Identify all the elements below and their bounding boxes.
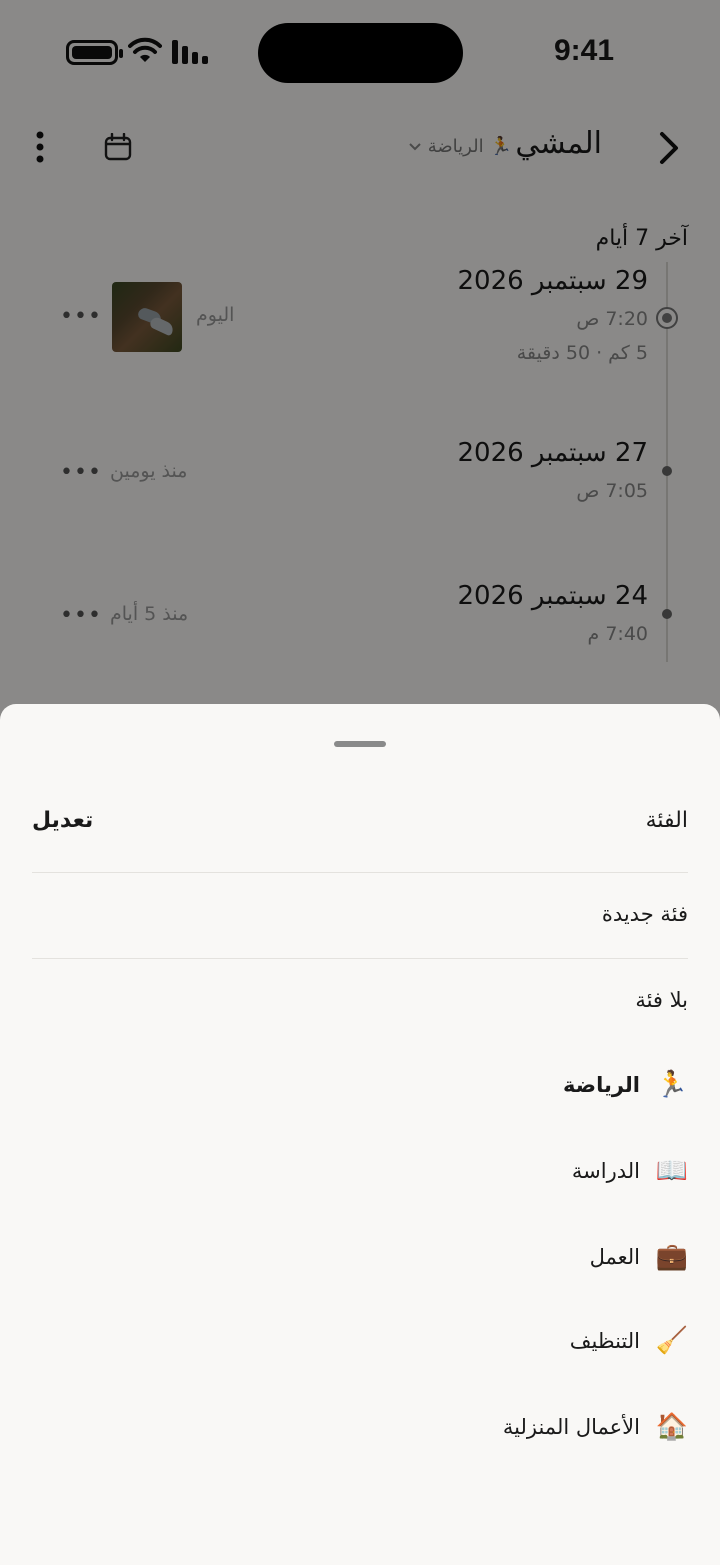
- category-label: العمل: [589, 1245, 640, 1269]
- new-category-label: فئة جديدة: [601, 902, 688, 926]
- category-label: الرياضة: [563, 1073, 640, 1097]
- no-category-option[interactable]: بلا فئة: [635, 988, 688, 1012]
- briefcase-icon: 💼: [655, 1242, 688, 1272]
- divider: [32, 958, 688, 959]
- sheet-handle[interactable]: [334, 741, 386, 747]
- category-option-cleaning[interactable]: 🧹 التنظيف: [570, 1326, 688, 1356]
- no-category-label: بلا فئة: [635, 988, 688, 1012]
- book-icon: 📖: [655, 1156, 688, 1186]
- category-label: الدراسة: [571, 1159, 640, 1183]
- category-label: الأعمال المنزلية: [502, 1415, 640, 1439]
- category-option-work[interactable]: 💼 العمل: [590, 1242, 688, 1272]
- sheet-title: الفئة: [645, 808, 688, 833]
- category-option-sports[interactable]: 🏃 الرياضة: [563, 1070, 688, 1100]
- category-label: التنظيف: [569, 1329, 640, 1353]
- running-icon: 🏃: [655, 1070, 688, 1100]
- category-bottom-sheet: الفئة تعديل فئة جديدة بلا فئة 🏃 الرياضة …: [0, 704, 720, 1565]
- edit-button[interactable]: تعديل: [32, 808, 93, 833]
- category-option-housework[interactable]: 🏠 الأعمال المنزلية: [503, 1412, 688, 1442]
- divider: [32, 872, 688, 873]
- new-category-button[interactable]: فئة جديدة: [602, 902, 688, 926]
- house-icon: 🏠: [655, 1412, 688, 1442]
- category-option-study[interactable]: 📖 الدراسة: [572, 1156, 688, 1186]
- broom-icon: 🧹: [655, 1326, 688, 1356]
- scroll-fade: [0, 1495, 720, 1565]
